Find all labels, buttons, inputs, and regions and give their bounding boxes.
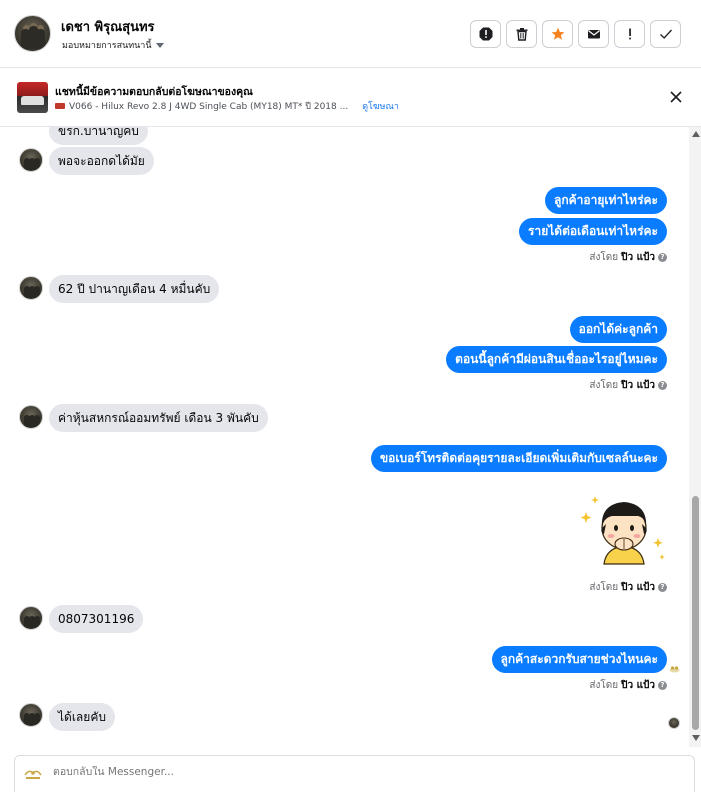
view-ad-link[interactable]: ดูโฆษณา bbox=[362, 99, 399, 113]
outgoing-message[interactable]: ออกได้ค่ะลูกค้า bbox=[569, 316, 667, 343]
sent-by-label: ส่งโดย ปิว แป้ว ? bbox=[589, 250, 667, 265]
delete-button[interactable] bbox=[506, 20, 537, 48]
avatar[interactable] bbox=[19, 606, 43, 630]
mark-done-button[interactable] bbox=[650, 20, 681, 48]
avatar[interactable] bbox=[14, 15, 51, 52]
outgoing-message[interactable]: ขอเบอร์โทรติดต่อคุยรายละเอียดเพิ่มเติมกั… bbox=[370, 445, 667, 472]
incoming-message[interactable]: ขรก.บานาญคบ bbox=[49, 127, 148, 145]
incoming-message[interactable]: ค่าหุ้นสหกรณ์ออมทรัพย์ เดือน 3 พันคับ bbox=[49, 404, 268, 432]
chevron-down-icon bbox=[155, 42, 164, 48]
close-icon[interactable] bbox=[668, 89, 684, 105]
ad-banner-subtitle: V066 - Hilux Revo 2.8 J 4WD Single Cab (… bbox=[55, 99, 399, 113]
info-icon[interactable]: ? bbox=[658, 253, 667, 262]
conversation-header: เดชา พิรุณสุนทร มอบหมายการสนทนานี้ bbox=[0, 0, 701, 68]
assign-conversation-dropdown[interactable]: มอบหมายการสนทนานี้ bbox=[62, 38, 164, 52]
check-icon bbox=[659, 29, 672, 39]
avatar[interactable] bbox=[19, 276, 43, 300]
avatar[interactable] bbox=[19, 148, 43, 172]
assign-label: มอบหมายการสนทนานี้ bbox=[62, 41, 152, 51]
sticker-image[interactable] bbox=[578, 484, 668, 572]
info-icon[interactable]: ? bbox=[658, 583, 667, 592]
alert-icon bbox=[628, 28, 631, 40]
header-actions bbox=[470, 20, 681, 48]
mail-icon bbox=[587, 30, 600, 39]
reply-composer bbox=[14, 755, 695, 792]
mark-unread-button[interactable] bbox=[578, 20, 609, 48]
mark-spam-button[interactable] bbox=[470, 20, 501, 48]
sent-by-prefix: ส่งโดย bbox=[589, 680, 619, 691]
ad-thumbnail[interactable] bbox=[17, 82, 48, 113]
sent-by-agent: ปิว แป้ว bbox=[621, 680, 655, 691]
info-icon[interactable]: ? bbox=[658, 681, 667, 690]
incoming-message[interactable]: 62 ปี ปานาญเดือน 4 หมื่นคับ bbox=[49, 275, 220, 303]
ad-banner-title: แชทนี้มีข้อความตอบกลับต่อโฆษณาของคุณ bbox=[55, 86, 253, 98]
outgoing-message[interactable]: ลูกค้าอายุเท่าไหร่คะ bbox=[545, 187, 667, 214]
incoming-message[interactable]: 0807301196 bbox=[49, 605, 144, 633]
sent-by-label: ส่งโดย ปิว แป้ว ? bbox=[589, 580, 667, 595]
sent-by-prefix: ส่งโดย bbox=[589, 582, 619, 593]
page-logo-icon bbox=[24, 770, 42, 779]
message-input[interactable] bbox=[53, 766, 653, 778]
star-button[interactable] bbox=[542, 20, 573, 48]
truck-icon bbox=[55, 103, 65, 109]
sent-by-agent: ปิว แป้ว bbox=[621, 380, 655, 391]
sent-by-agent: ปิว แป้ว bbox=[621, 252, 655, 263]
avatar[interactable] bbox=[19, 405, 43, 429]
star-icon bbox=[551, 27, 564, 40]
spam-icon bbox=[479, 27, 492, 41]
sent-by-label: ส่งโดย ปิว แป้ว ? bbox=[589, 378, 667, 393]
outgoing-message[interactable]: รายได้ต่อเดือนเท่าไหร่คะ bbox=[519, 218, 667, 245]
contact-name[interactable]: เดชา พิรุณสุนทร bbox=[61, 16, 155, 37]
info-icon[interactable]: ? bbox=[658, 381, 667, 390]
trash-icon bbox=[516, 28, 527, 41]
incoming-message[interactable]: ได้เลยคับ bbox=[49, 703, 115, 731]
incoming-message[interactable]: พอจะออกดได้มัย bbox=[49, 147, 154, 175]
ad-reply-banner: แชทนี้มีข้อความตอบกลับต่อโฆษณาของคุณ V06… bbox=[0, 68, 701, 127]
outgoing-message[interactable]: ตอนนี้ลูกค้ามีผ่อนสินเชื่ออะไรอยู่ไหมคะ bbox=[446, 346, 667, 373]
seen-indicator-icon bbox=[669, 658, 680, 673]
scroll-up-arrow-icon[interactable] bbox=[692, 131, 700, 137]
sent-by-agent: ปิว แป้ว bbox=[621, 582, 655, 593]
follow-up-button[interactable] bbox=[614, 20, 645, 48]
sent-by-prefix: ส่งโดย bbox=[589, 252, 619, 263]
message-thread: ขรก.บานาญคบ พอจะออกดได้มัย ลูกค้าอายุเท่… bbox=[0, 127, 688, 747]
messenger-inbox: เดชา พิรุณสุนทร มอบหมายการสนทนานี้ แชทนี… bbox=[0, 0, 701, 792]
ad-name: V066 - Hilux Revo 2.8 J 4WD Single Cab (… bbox=[69, 102, 349, 112]
outgoing-message[interactable]: ลูกค้าสะดวกรับสายช่วงไหนคะ bbox=[491, 646, 667, 673]
scrollbar-thumb[interactable] bbox=[692, 496, 699, 730]
sent-by-prefix: ส่งโดย bbox=[589, 380, 619, 391]
avatar[interactable] bbox=[19, 703, 43, 727]
sent-by-label: ส่งโดย ปิว แป้ว ? bbox=[589, 678, 667, 693]
scroll-down-arrow-icon[interactable] bbox=[692, 735, 700, 741]
read-receipt-avatar bbox=[668, 717, 680, 729]
